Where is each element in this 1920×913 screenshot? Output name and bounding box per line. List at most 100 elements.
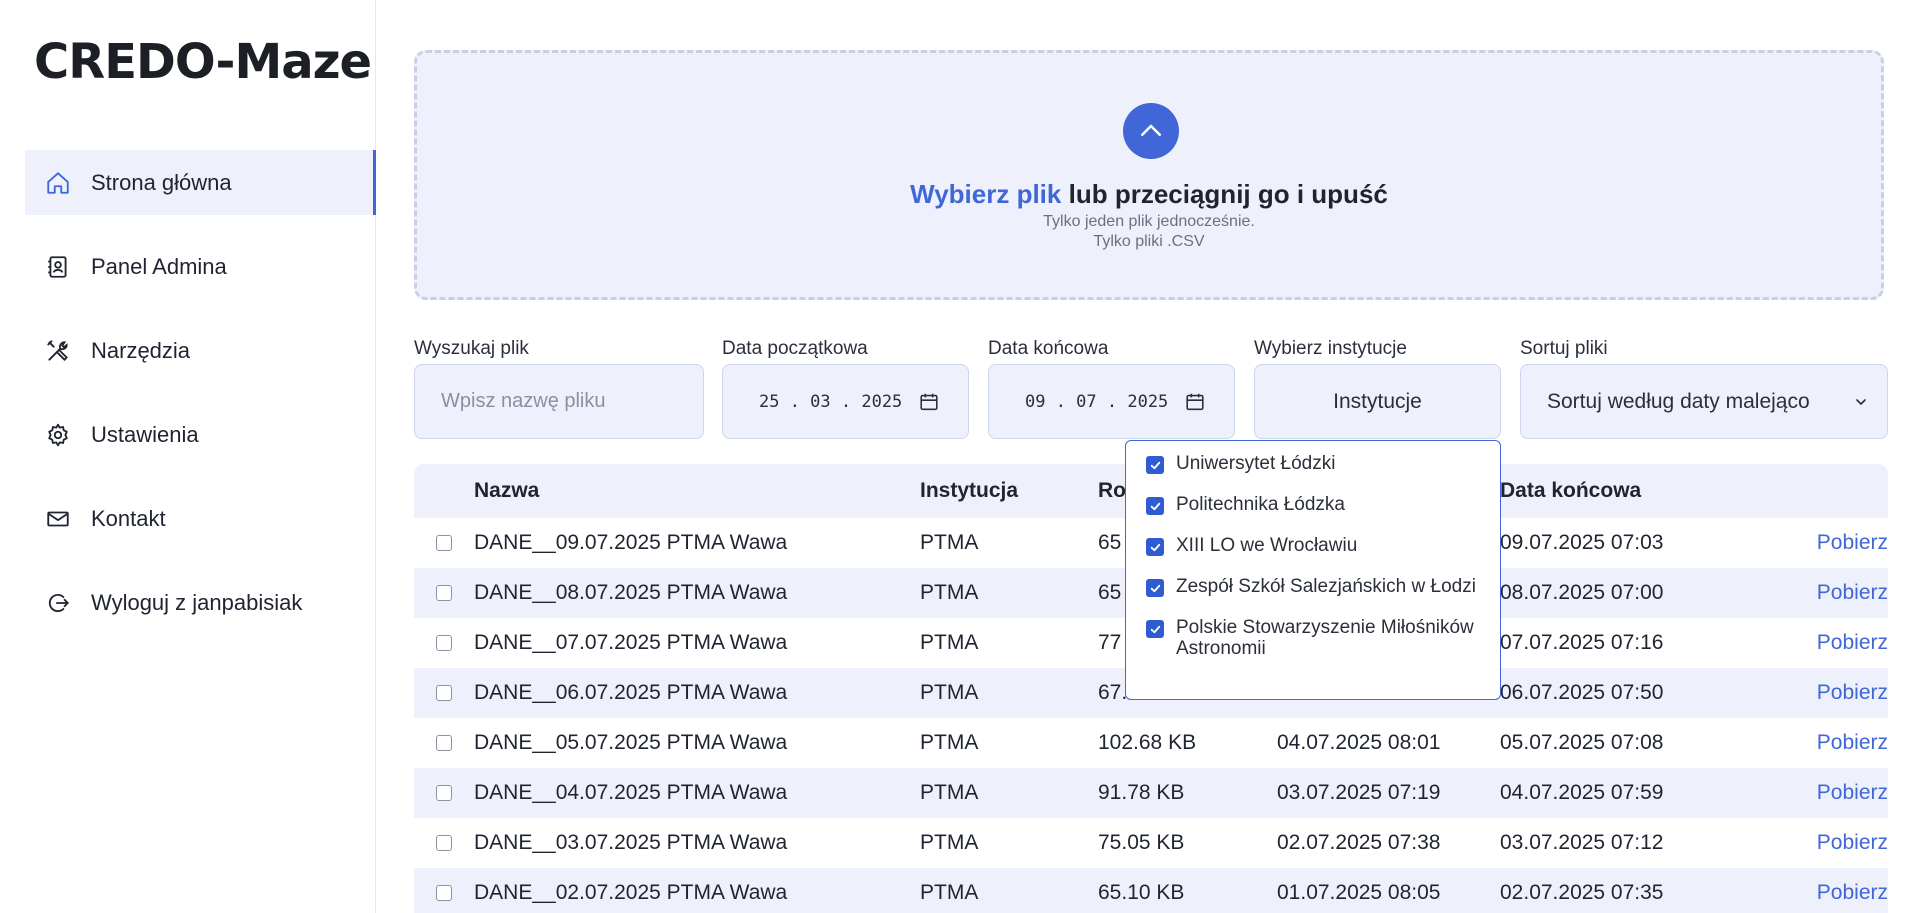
institution-option[interactable]: Politechnika Łódzka xyxy=(1126,494,1500,535)
institutions-dropdown: Uniwersytet Łódzki Politechnika Łódzka XII… xyxy=(1125,440,1501,700)
dropzone-title: Wybierz plik lub przeciągnij go i upuść xyxy=(417,179,1881,210)
file-end-date: 08.07.2025 07:00 xyxy=(1500,581,1664,604)
file-size: 91.78 KB xyxy=(1098,781,1185,804)
download-link[interactable]: Pobierz xyxy=(1800,731,1888,755)
dropzone-title-rest: lub przeciągnij go i upuść xyxy=(1068,179,1388,209)
admin-panel-icon xyxy=(45,254,71,280)
file-name: DANE__05.07.2025 PTMA Wawa xyxy=(474,731,788,754)
institutions-button[interactable]: Instytucje xyxy=(1254,364,1501,439)
institution-option[interactable]: XIII LO we Wrocławiu xyxy=(1126,535,1500,576)
chevron-up-icon xyxy=(1141,124,1161,136)
download-link[interactable]: Pobierz xyxy=(1800,631,1888,655)
calendar-icon[interactable] xyxy=(918,391,940,413)
download-link[interactable]: Pobierz xyxy=(1800,881,1888,905)
sidebar-item-label: Strona główna xyxy=(91,169,232,195)
dropzone-note-csv: Tylko pliki .CSV xyxy=(1093,233,1205,250)
file-name: DANE__07.07.2025 PTMA Wawa xyxy=(474,631,788,654)
row-checkbox[interactable] xyxy=(436,685,452,701)
sidebar-item-contact[interactable]: Kontakt xyxy=(25,486,376,551)
download-link[interactable]: Pobierz xyxy=(1800,581,1888,605)
search-input[interactable]: Wpisz nazwę pliku xyxy=(414,364,704,439)
row-checkbox[interactable] xyxy=(436,885,452,901)
row-checkbox[interactable] xyxy=(436,535,452,551)
file-institution: PTMA xyxy=(920,631,979,654)
start-date-value: 25 . 03 . 2025 xyxy=(759,391,903,412)
sidebar-item-label: Kontakt xyxy=(91,505,166,531)
row-checkbox[interactable] xyxy=(436,735,452,751)
file-end-date: 09.07.2025 07:03 xyxy=(1500,531,1664,554)
file-end-date: 02.07.2025 07:35 xyxy=(1500,881,1664,904)
row-checkbox[interactable] xyxy=(436,835,452,851)
sidebar-item-label: Panel Admina xyxy=(91,253,227,279)
file-institution: PTMA xyxy=(920,681,979,704)
sidebar-item-home[interactable]: Strona główna xyxy=(25,150,376,215)
institution-label: Zespół Szkół Salezjańskich w Łodzi xyxy=(1176,576,1476,597)
sidebar-item-settings[interactable]: Ustawienia xyxy=(25,402,376,467)
end-date-input[interactable]: 09 . 07 . 2025 xyxy=(988,364,1235,439)
row-checkbox[interactable] xyxy=(436,585,452,601)
tools-icon xyxy=(45,338,71,364)
sort-select-value: Sortuj według daty malejąco xyxy=(1547,389,1810,413)
file-institution: PTMA xyxy=(920,531,979,554)
table-row: DANE__02.07.2025 PTMA Wawa PTMA 65.10 KB 01… xyxy=(414,868,1888,913)
download-link[interactable]: Pobierz xyxy=(1800,681,1888,705)
table-row: DANE__05.07.2025 PTMA Wawa PTMA 102.68 KB 0… xyxy=(414,718,1888,768)
file-start-date: 01.07.2025 08:05 xyxy=(1277,881,1441,904)
start-date-input[interactable]: 25 . 03 . 2025 xyxy=(722,364,969,439)
dropzone-note-single: Tylko jeden plik jednocześnie. xyxy=(1043,213,1255,230)
home-icon xyxy=(45,170,71,196)
table-row: DANE__03.07.2025 PTMA Wawa PTMA 75.05 KB 02… xyxy=(414,818,1888,868)
file-size: 75.05 KB xyxy=(1098,831,1185,854)
sidebar-nav: Strona główna Panel Admina Narzędzia Ust… xyxy=(25,150,376,654)
sidebar-item-admin[interactable]: Panel Admina xyxy=(25,234,376,299)
institution-option[interactable]: Polskie Stowarzyszenie Miłośników Astron… xyxy=(1126,617,1500,659)
app-logo: CREDO-Maze xyxy=(34,34,372,90)
institution-label: Polskie Stowarzyszenie Miłośników Astron… xyxy=(1176,617,1474,659)
file-name: DANE__06.07.2025 PTMA Wawa xyxy=(474,681,788,704)
institution-label: XIII LO we Wrocławiu xyxy=(1176,535,1358,556)
file-institution: PTMA xyxy=(920,731,979,754)
file-end-date: 04.07.2025 07:59 xyxy=(1500,781,1664,804)
file-dropzone[interactable]: Wybierz plik lub przeciągnij go i upuść … xyxy=(414,50,1884,300)
file-institution: PTMA xyxy=(920,781,979,804)
file-name: DANE__04.07.2025 PTMA Wawa xyxy=(474,781,788,804)
header-institution[interactable]: Instytucja xyxy=(920,479,1098,503)
row-checkbox[interactable] xyxy=(436,635,452,651)
sort-label: Sortuj pliki xyxy=(1520,338,1608,359)
choose-file-link[interactable]: Wybierz plik xyxy=(910,179,1061,209)
calendar-icon[interactable] xyxy=(1184,391,1206,413)
sidebar: CREDO-Maze Strona główna Panel Admina Na… xyxy=(0,0,376,913)
sidebar-item-label: Narzędzia xyxy=(91,337,191,363)
checkbox-checked-icon[interactable] xyxy=(1146,620,1164,638)
header-name[interactable]: Nazwa xyxy=(474,479,920,503)
download-link[interactable]: Pobierz xyxy=(1800,781,1888,805)
logout-icon xyxy=(45,590,71,616)
file-end-date: 07.07.2025 07:16 xyxy=(1500,631,1664,654)
checkbox-checked-icon[interactable] xyxy=(1146,538,1164,556)
download-link[interactable]: Pobierz xyxy=(1800,531,1888,555)
checkbox-checked-icon[interactable] xyxy=(1146,579,1164,597)
sidebar-item-tools[interactable]: Narzędzia xyxy=(25,318,376,383)
upload-button[interactable] xyxy=(1123,103,1179,159)
file-institution: PTMA xyxy=(920,581,979,604)
institution-option[interactable]: Uniwersytet Łódzki xyxy=(1126,453,1500,494)
institution-option[interactable]: Zespół Szkół Salezjańskich w Łodzi xyxy=(1126,576,1500,617)
file-name: DANE__02.07.2025 PTMA Wawa xyxy=(474,881,788,904)
checkbox-checked-icon[interactable] xyxy=(1146,456,1164,474)
checkbox-checked-icon[interactable] xyxy=(1146,497,1164,515)
sidebar-item-label: Wyloguj z janpabisiak xyxy=(91,589,303,615)
sidebar-item-label: Ustawienia xyxy=(91,421,199,447)
sidebar-item-logout[interactable]: Wyloguj z janpabisiak xyxy=(25,570,376,635)
header-end-date[interactable]: Data końcowa xyxy=(1500,479,1800,503)
download-link[interactable]: Pobierz xyxy=(1800,831,1888,855)
row-checkbox[interactable] xyxy=(436,785,452,801)
table-row: DANE__04.07.2025 PTMA Wawa PTMA 91.78 KB 03… xyxy=(414,768,1888,818)
file-institution: PTMA xyxy=(920,831,979,854)
file-start-date: 02.07.2025 07:38 xyxy=(1277,831,1441,854)
file-size: 65.10 KB xyxy=(1098,881,1185,904)
mail-icon xyxy=(45,506,71,532)
chevron-down-icon xyxy=(1856,398,1866,405)
end-date-value: 09 . 07 . 2025 xyxy=(1025,391,1169,412)
sort-select[interactable]: Sortuj według daty malejąco xyxy=(1520,364,1888,439)
file-name: DANE__09.07.2025 PTMA Wawa xyxy=(474,531,788,554)
